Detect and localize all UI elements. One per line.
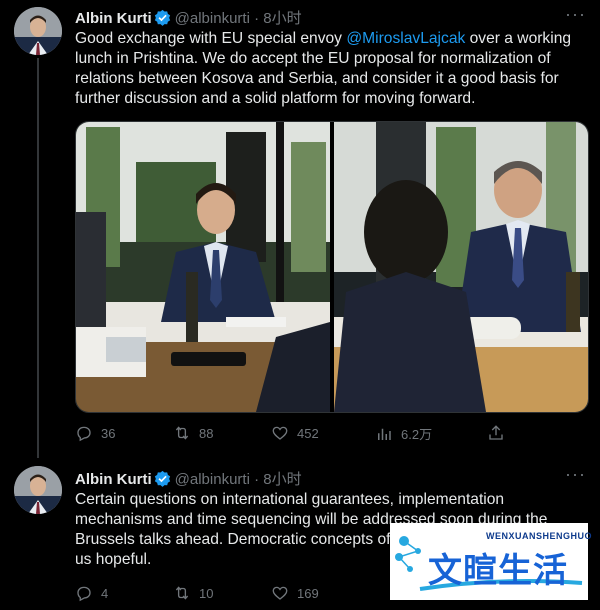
views-button[interactable]: 6.2万 bbox=[375, 424, 432, 443]
like-icon bbox=[271, 584, 289, 602]
tweet-header: Albin Kurti @albinkurti · 8小时 bbox=[75, 7, 302, 30]
retweet-count: 10 bbox=[199, 585, 214, 601]
tweet-1[interactable]: Albin Kurti @albinkurti · 8小时 ··· Good ex… bbox=[0, 0, 600, 458]
tweet-header: Albin Kurti @albinkurti · 8小时 bbox=[75, 468, 302, 491]
reply-icon bbox=[75, 424, 93, 442]
like-count: 452 bbox=[297, 425, 319, 441]
timestamp[interactable]: · 8小时 bbox=[254, 10, 302, 27]
mention-link[interactable]: @MiroslavLajcak bbox=[346, 30, 465, 47]
watermark-latin: WENXUANSHENGHUO bbox=[486, 531, 593, 541]
more-options-button[interactable]: ··· bbox=[565, 4, 586, 25]
watermark-logo: WENXUANSHENGHUO 文暄生活 bbox=[390, 523, 592, 600]
tweet-text-tail: us hopeful. bbox=[75, 551, 152, 568]
views-icon bbox=[375, 425, 393, 443]
reply-icon bbox=[75, 584, 93, 602]
retweet-button[interactable]: 88 bbox=[173, 424, 213, 442]
photo-right bbox=[334, 122, 588, 412]
more-options-button[interactable]: ··· bbox=[565, 464, 586, 485]
verified-badge-icon bbox=[154, 470, 171, 491]
reply-count: 36 bbox=[101, 425, 116, 441]
media-photos bbox=[76, 122, 588, 412]
retweet-button[interactable]: 10 bbox=[173, 584, 213, 602]
tweet-text: Good exchange with EU special envoy @Mir… bbox=[75, 29, 587, 109]
timestamp[interactable]: · 8小时 bbox=[254, 471, 302, 488]
photo-left bbox=[76, 122, 330, 412]
reply-button[interactable]: 36 bbox=[75, 424, 115, 442]
retweet-icon bbox=[173, 584, 191, 602]
like-button[interactable]: 452 bbox=[271, 424, 319, 442]
share-icon bbox=[487, 424, 505, 442]
like-icon bbox=[271, 424, 289, 442]
author-handle[interactable]: @albinkurti bbox=[175, 10, 250, 27]
tweet-text-part: Good exchange with EU special envoy bbox=[75, 30, 347, 47]
retweet-count: 88 bbox=[199, 425, 214, 441]
reply-count: 4 bbox=[101, 585, 109, 601]
like-button[interactable]: 169 bbox=[271, 584, 319, 602]
watermark-chinese: 文暄生活 bbox=[428, 551, 568, 591]
thread-connector bbox=[37, 58, 39, 458]
reply-button[interactable]: 4 bbox=[75, 584, 108, 602]
like-count: 169 bbox=[297, 585, 319, 601]
tweet-actions: 36 88 452 6.2万 bbox=[75, 424, 587, 444]
verified-badge-icon bbox=[154, 9, 171, 30]
retweet-icon bbox=[173, 424, 191, 442]
author-name[interactable]: Albin Kurti bbox=[75, 471, 152, 488]
views-count: 6.2万 bbox=[401, 427, 433, 442]
avatar[interactable] bbox=[14, 466, 62, 514]
author-handle[interactable]: @albinkurti bbox=[175, 471, 250, 488]
author-name[interactable]: Albin Kurti bbox=[75, 10, 152, 27]
share-button[interactable] bbox=[487, 424, 505, 442]
tweet-media[interactable] bbox=[75, 121, 589, 413]
avatar[interactable] bbox=[14, 7, 62, 55]
